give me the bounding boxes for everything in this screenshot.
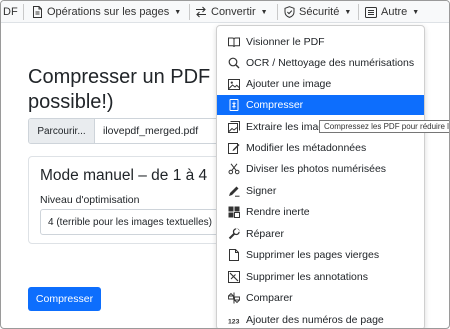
compress-icon	[228, 99, 240, 111]
menu-item-remove-blank-pages[interactable]: Supprimer les pages vierges	[217, 245, 424, 265]
other-dropdown-menu: Visionner le PDF OCR / Nettoyage des num…	[216, 25, 425, 328]
chevron-down-icon: ▼	[260, 8, 268, 16]
file-input[interactable]: Parcourir... ilovepdf_merged.pdf	[28, 118, 228, 144]
menu-item-label: Compresser	[246, 99, 304, 111]
menu-item-add-image[interactable]: Ajouter une image	[217, 74, 424, 94]
nav-divider	[189, 4, 190, 20]
svg-text:123: 123	[228, 318, 240, 325]
file-icon	[31, 6, 43, 18]
nav-item-convert[interactable]: Convertir ▼	[195, 1, 268, 23]
menu-item-compress[interactable]: Compresser	[217, 95, 424, 115]
menu-item-label: Ajouter une image	[246, 78, 332, 90]
optimization-level-select[interactable]: 4 (terrible pour les images textuelles)	[40, 209, 229, 235]
blank-page-icon	[228, 249, 240, 261]
nav-item-convert-label: Convertir	[211, 6, 256, 18]
scissors-icon	[228, 163, 240, 175]
list-icon	[365, 6, 377, 18]
signature-icon	[228, 185, 240, 197]
menu-item-label: Signer	[246, 185, 277, 197]
nav-item-partial[interactable]: DF	[3, 1, 18, 23]
shield-icon	[283, 6, 295, 18]
manual-mode-card: Mode manuel – de 1 à 4 Niveau d'optimisa…	[28, 156, 229, 244]
menu-item-label: Supprimer les annotations	[246, 271, 368, 283]
no-annotation-icon	[228, 271, 240, 283]
menu-item-ocr[interactable]: OCR / Nettoyage des numérisations	[217, 53, 424, 73]
chevron-down-icon: ▼	[174, 8, 182, 16]
page-title: Compresser un PDF possible!)	[28, 66, 211, 113]
menu-item-sign[interactable]: Signer	[217, 181, 424, 201]
nav-item-partial-label: DF	[3, 6, 18, 18]
optimization-level-label: Niveau d'optimisation	[40, 194, 140, 206]
arrows-icon	[195, 6, 207, 18]
nav-divider	[358, 4, 359, 20]
browse-button[interactable]: Parcourir...	[29, 119, 95, 143]
menu-item-remove-annotations[interactable]: Supprimer les annotations	[217, 267, 424, 287]
layers-icon	[228, 206, 240, 218]
nav-item-page-operations[interactable]: Opérations sur les pages ▼	[31, 1, 181, 23]
menu-item-label: Rendre inerte	[246, 206, 310, 218]
menu-item-split-scans[interactable]: Diviser les photos numérisées	[217, 159, 424, 179]
compare-icon	[228, 292, 240, 304]
nav-item-security-label: Sécurité	[299, 6, 340, 18]
nav-divider	[23, 4, 24, 20]
image-icon	[228, 78, 240, 90]
menu-item-label: Comparer	[246, 292, 293, 304]
menu-item-label: OCR / Nettoyage des numérisations	[246, 57, 415, 69]
nav-item-page-operations-label: Opérations sur les pages	[47, 6, 170, 18]
card-title: Mode manuel – de 1 à 4	[40, 167, 208, 184]
edit-icon	[228, 142, 240, 154]
menu-item-label: Modifier les métadonnées	[246, 142, 367, 154]
menu-item-label: Supprimer les pages vierges	[246, 249, 380, 261]
chevron-down-icon: ▼	[344, 8, 352, 16]
numbers-icon: 123	[228, 314, 240, 326]
menu-item-repair[interactable]: Réparer	[217, 224, 424, 244]
menu-item-label: Réparer	[246, 228, 284, 240]
menu-item-label: Ajouter des numéros de page	[246, 314, 384, 326]
top-navbar: DF Opérations sur les pages ▼ Convertir …	[1, 1, 449, 23]
menu-item-add-page-numbers[interactable]: 123 Ajouter des numéros de page	[217, 310, 424, 328]
menu-item-view-pdf[interactable]: Visionner le PDF	[217, 32, 424, 52]
app-window: DF Opérations sur les pages ▼ Convertir …	[0, 0, 450, 329]
images-icon	[228, 121, 240, 133]
book-icon	[228, 36, 240, 48]
menu-item-edit-metadata[interactable]: Modifier les métadonnées	[217, 138, 424, 158]
menu-item-label: Diviser les photos numérisées	[246, 163, 387, 175]
file-name-display: ilovepdf_merged.pdf	[95, 119, 227, 143]
compress-tooltip: Compressez les PDF pour réduire le	[319, 120, 449, 133]
nav-item-security[interactable]: Sécurité ▼	[283, 1, 351, 23]
compress-submit-button[interactable]: Compresser	[28, 287, 101, 311]
nav-item-other-label: Autre	[381, 6, 408, 18]
nav-item-other[interactable]: Autre ▼	[365, 1, 419, 23]
search-icon	[228, 57, 240, 69]
wrench-icon	[228, 228, 240, 240]
menu-item-compare[interactable]: Comparer	[217, 288, 424, 308]
menu-item-label: Visionner le PDF	[246, 36, 325, 48]
nav-divider	[277, 4, 278, 20]
chevron-down-icon: ▼	[412, 8, 420, 16]
menu-item-flatten[interactable]: Rendre inerte	[217, 202, 424, 222]
